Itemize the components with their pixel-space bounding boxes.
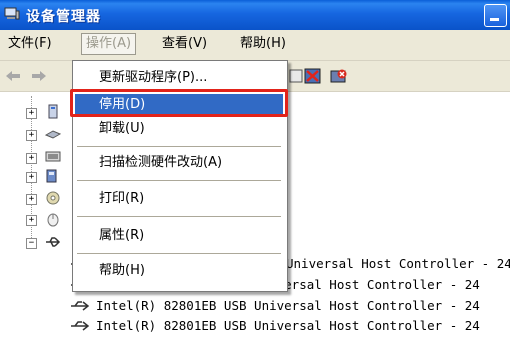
menu-separator xyxy=(77,216,281,217)
expand-icon[interactable]: + xyxy=(26,153,37,164)
menu-separator xyxy=(77,253,281,254)
menu-scan-hardware[interactable]: 扫描检测硬件改动(A) xyxy=(75,152,283,174)
menu-separator xyxy=(77,146,281,147)
expand-icon[interactable]: + xyxy=(26,215,37,226)
usb-icon xyxy=(71,301,90,311)
device-name: Universal Host Controller - 24 xyxy=(286,256,510,271)
back-arrow-icon[interactable] xyxy=(4,68,22,84)
menu-file[interactable]: 文件(F) xyxy=(4,34,56,54)
collapse-icon[interactable]: − xyxy=(26,238,37,249)
disable-device-icon[interactable] xyxy=(330,68,348,84)
menu-uninstall[interactable]: 卸载(U) xyxy=(75,118,283,140)
device-name: Intel(R) 82801EB USB Universal Host Cont… xyxy=(96,318,480,333)
uninstall-icon[interactable] xyxy=(304,68,322,84)
highlight-annotation xyxy=(70,89,288,117)
disk-drive-icon xyxy=(44,130,62,139)
device-name: Intel(R) 82801EB USB Universal Host Cont… xyxy=(96,298,480,313)
expand-icon[interactable]: + xyxy=(26,172,37,183)
menu-print[interactable]: 打印(R) xyxy=(75,188,283,210)
computer-icon xyxy=(4,7,20,20)
usb-icon xyxy=(71,321,90,331)
expand-icon[interactable]: + xyxy=(26,194,37,205)
menu-view[interactable]: 查看(V) xyxy=(158,34,211,54)
expand-icon[interactable]: + xyxy=(26,108,37,119)
mouse-icon xyxy=(47,213,59,227)
computer-icon xyxy=(48,104,58,119)
window-title: 设备管理器 xyxy=(26,9,101,25)
minimize-button[interactable] xyxy=(484,4,507,27)
usb-icon xyxy=(46,237,61,247)
menu-properties[interactable]: 属性(R) xyxy=(75,225,283,247)
menu-bar: 文件(F) 操作(A) 查看(V) 帮助(H) xyxy=(0,30,510,61)
keyboard-icon xyxy=(46,169,57,183)
menu-action[interactable]: 操作(A) xyxy=(81,33,137,55)
dvd-drive-icon xyxy=(46,191,60,205)
forward-arrow-icon[interactable] xyxy=(30,68,48,84)
menu-help[interactable]: 帮助(H) xyxy=(236,34,290,54)
title-bar: 设备管理器 xyxy=(0,0,510,30)
menu-separator xyxy=(77,180,281,181)
expand-icon[interactable]: + xyxy=(26,130,37,141)
display-adapter-icon xyxy=(45,151,61,162)
menu-help-item[interactable]: 帮助(H) xyxy=(75,260,283,282)
menu-update-driver[interactable]: 更新驱动程序(P)... xyxy=(75,67,283,89)
